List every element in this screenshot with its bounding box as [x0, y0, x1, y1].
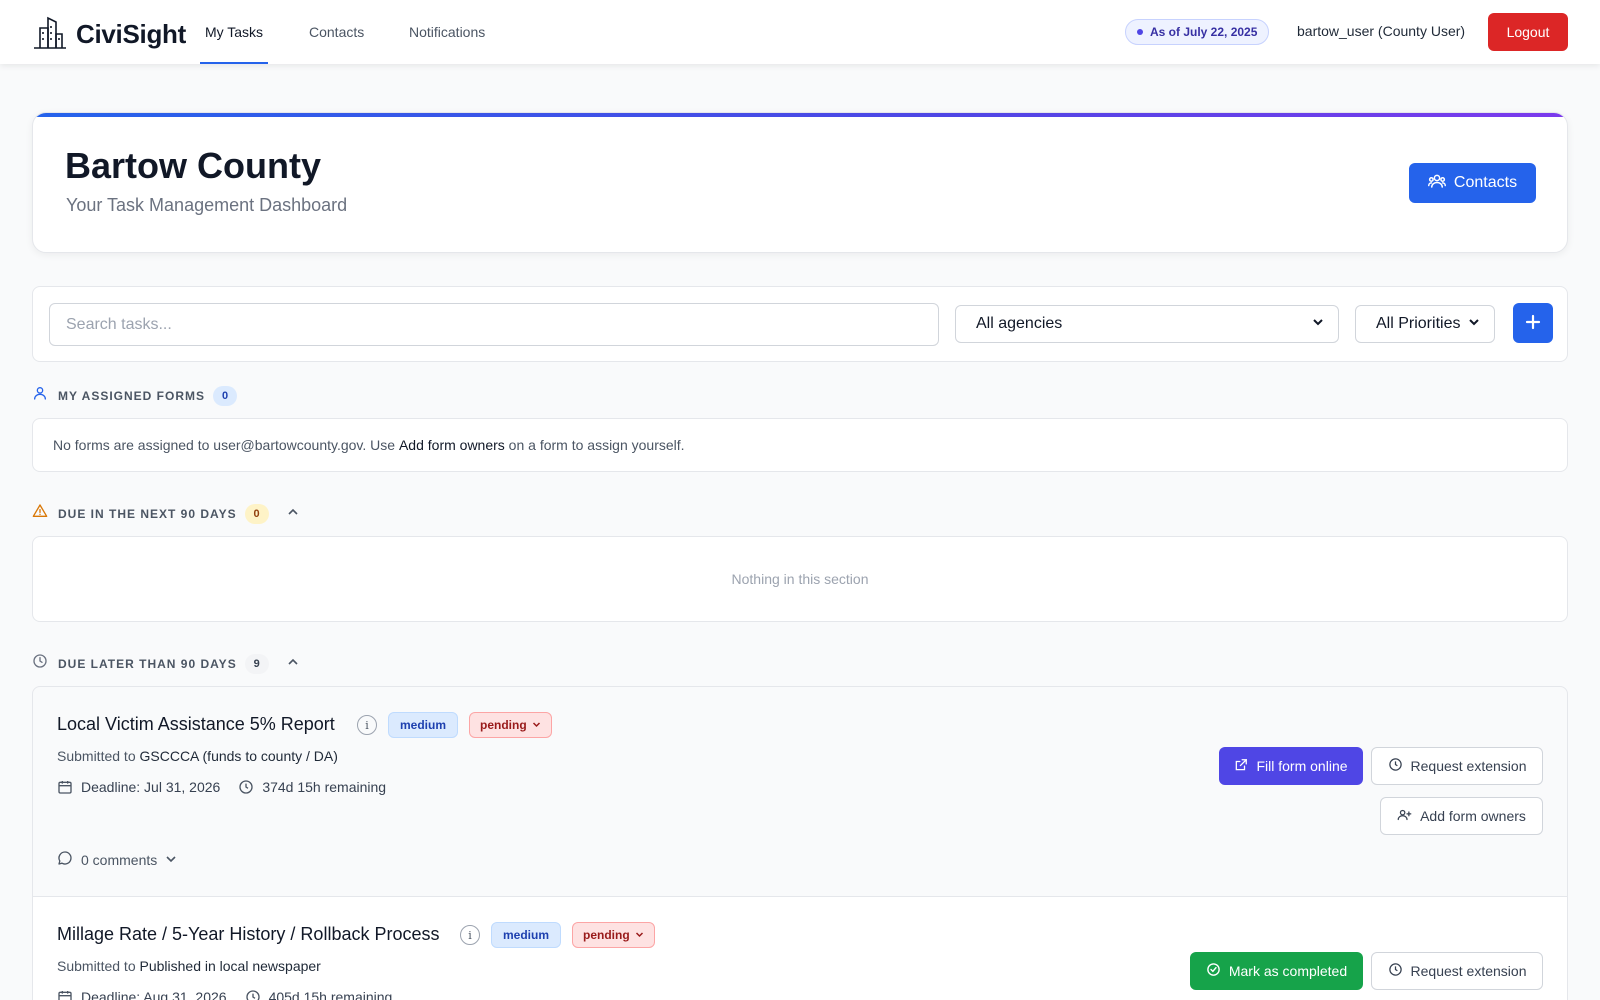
priority-badge: medium — [388, 712, 459, 738]
section-title: MY ASSIGNED FORMS — [58, 388, 206, 403]
chevron-down-icon — [165, 852, 177, 868]
agency-select[interactable]: All agencies — [955, 305, 1339, 343]
task-title[interactable]: Local Victim Assistance 5% Report — [57, 714, 335, 735]
current-user-label: bartow_user (County User) — [1297, 23, 1466, 39]
status-label: pending — [583, 928, 630, 942]
count-badge: 9 — [244, 653, 269, 674]
priority-badge: medium — [491, 922, 562, 948]
clock-icon — [32, 653, 48, 674]
page-subtitle: Your Task Management Dashboard — [66, 195, 348, 215]
due-later-section-header[interactable]: DUE LATER THAN 90 DAYS 9 — [32, 653, 299, 674]
calendar-icon — [57, 779, 73, 795]
button-label: Fill form online — [1256, 758, 1348, 774]
submitted-agency: GSCCCA (funds to county / DA) — [139, 748, 338, 764]
building-icon — [32, 14, 68, 55]
logout-button[interactable]: Logout — [1488, 13, 1568, 51]
as-of-date-text: As of July 22, 2025 — [1150, 25, 1258, 39]
add-task-button[interactable] — [1513, 303, 1553, 343]
user-plus-icon — [1397, 807, 1412, 825]
status-dot-icon — [1137, 29, 1143, 35]
task-deadline-row: Deadline: Aug 31, 2026 405d 15h remainin… — [57, 989, 392, 1000]
deadline-text: Deadline: Jul 31, 2026 — [81, 779, 221, 795]
button-label: Request extension — [1410, 963, 1527, 979]
message-text: No forms are assigned to user@bartowcoun… — [53, 437, 399, 453]
comments-toggle[interactable]: 0 comments — [57, 850, 177, 869]
deadline-text: Deadline: Aug 31, 2026 — [81, 989, 227, 1000]
search-tasks-input[interactable] — [49, 303, 939, 346]
plus-icon — [1525, 314, 1541, 333]
contacts-button-label: Contacts — [1453, 174, 1518, 191]
request-extension-button[interactable]: Request extension — [1371, 952, 1543, 990]
count-badge: 0 — [213, 385, 238, 406]
users-icon — [1427, 172, 1446, 195]
assigned-forms-message: No forms are assigned to user@bartowcoun… — [32, 418, 1568, 472]
agency-select-value: All agencies — [976, 315, 1063, 332]
section-title: DUE IN THE NEXT 90 DAYS — [58, 506, 237, 521]
calendar-icon — [57, 989, 73, 1000]
clock-icon — [245, 989, 261, 1000]
chevron-down-icon — [1312, 315, 1324, 333]
submitted-to-text: Submitted to GSCCCA (funds to county / D… — [57, 748, 338, 764]
section-title: DUE LATER THAN 90 DAYS — [58, 656, 237, 671]
submitted-agency: Published in local newspaper — [139, 958, 321, 974]
top-navbar: CiviSight My Tasks Contacts Notification… — [0, 0, 1600, 64]
mark-as-completed-button[interactable]: Mark as completed — [1190, 952, 1363, 990]
warning-icon — [32, 503, 48, 524]
submitted-label: Submitted to — [57, 748, 140, 764]
priority-select[interactable]: All Priorities — [1355, 305, 1495, 343]
tab-contacts[interactable]: Contacts — [309, 0, 364, 64]
priority-select-value: All Priorities — [1376, 315, 1461, 332]
info-icon[interactable]: i — [460, 925, 480, 945]
clock-icon — [1388, 962, 1403, 980]
info-icon[interactable]: i — [357, 715, 377, 735]
tab-notifications[interactable]: Notifications — [409, 0, 485, 64]
check-circle-icon — [1206, 962, 1221, 980]
time-remaining-text: 405d 15h remaining — [268, 989, 393, 1000]
task-filter-bar: All agencies All Priorities — [32, 286, 1568, 362]
status-label: pending — [480, 718, 527, 732]
button-label: Mark as completed — [1228, 963, 1348, 979]
time-remaining-text: 374d 15h remaining — [262, 779, 387, 795]
user-icon — [32, 385, 48, 406]
external-link-icon — [1234, 758, 1248, 775]
add-form-owners-button[interactable]: Add form owners — [1380, 797, 1543, 835]
status-dropdown[interactable]: pending — [572, 922, 655, 948]
clock-icon — [238, 779, 254, 795]
button-label: Request extension — [1410, 758, 1527, 774]
due-soon-section-header[interactable]: DUE IN THE NEXT 90 DAYS 0 — [32, 503, 299, 524]
task-card: Millage Rate / 5-Year History / Rollback… — [33, 897, 1567, 1000]
brand-logo[interactable]: CiviSight — [32, 14, 186, 55]
due-soon-empty-state: Nothing in this section — [32, 536, 1568, 622]
request-extension-button[interactable]: Request extension — [1371, 747, 1543, 785]
comment-icon — [57, 850, 73, 869]
button-label: Add form owners — [1420, 808, 1526, 824]
message-emphasis: Add form owners — [398, 437, 505, 453]
chevron-down-icon — [1468, 315, 1480, 333]
task-deadline-row: Deadline: Jul 31, 2026 374d 15h remainin… — [57, 779, 386, 795]
comments-count: 0 comments — [81, 851, 158, 868]
tab-my-tasks[interactable]: My Tasks — [200, 0, 268, 64]
chevron-down-icon — [635, 928, 644, 942]
brand-name: CiviSight — [76, 19, 186, 49]
county-header-card: Bartow County Your Task Management Dashb… — [32, 112, 1568, 253]
submitted-to-text: Submitted to Published in local newspape… — [57, 958, 321, 974]
status-dropdown[interactable]: pending — [469, 712, 552, 738]
chevron-down-icon — [532, 718, 541, 732]
count-badge: 0 — [244, 503, 269, 524]
chevron-up-icon[interactable] — [287, 505, 299, 523]
chevron-up-icon[interactable] — [287, 655, 299, 673]
task-title[interactable]: Millage Rate / 5-Year History / Rollback… — [57, 924, 439, 945]
clock-icon — [1388, 757, 1403, 775]
task-card: Local Victim Assistance 5% Report i medi… — [33, 687, 1567, 897]
as-of-date-badge: As of July 22, 2025 — [1125, 19, 1270, 45]
fill-form-online-button[interactable]: Fill form online — [1219, 747, 1363, 785]
message-text-suffix: on a form to assign yourself. — [504, 437, 685, 453]
task-list: Local Victim Assistance 5% Report i medi… — [32, 686, 1568, 1000]
assigned-forms-section-header: MY ASSIGNED FORMS 0 — [32, 385, 238, 406]
contacts-button[interactable]: Contacts — [1409, 163, 1536, 203]
page-title: Bartow County — [65, 145, 321, 186]
submitted-label: Submitted to — [57, 958, 140, 974]
